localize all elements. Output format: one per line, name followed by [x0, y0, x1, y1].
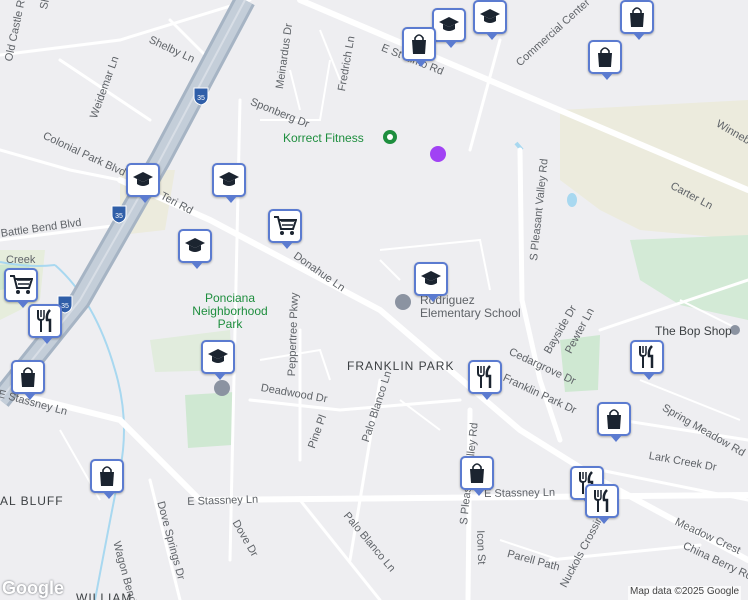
map-marker[interactable]: [178, 229, 212, 269]
school-icon: [438, 16, 460, 34]
shopping-bag-icon: [627, 6, 647, 28]
school-poi-icon: [395, 294, 411, 310]
shopping-bag-icon: [467, 462, 487, 484]
map-marker[interactable]: [620, 0, 654, 40]
map-marker[interactable]: [468, 360, 502, 400]
school-icon: [479, 8, 501, 26]
map-marker[interactable]: [460, 456, 494, 496]
school-poi-icon: [214, 380, 230, 396]
map-marker[interactable]: [585, 484, 619, 524]
map-canvas[interactable]: 35 35 35 Sheraton Ave Old Castle Rd Shel…: [0, 0, 748, 600]
map-marker[interactable]: [268, 209, 302, 249]
area-label: AL BLUFF: [0, 494, 64, 508]
street-label: E Stassney Ln: [187, 493, 259, 508]
area-label: FRANKLIN PARK: [347, 359, 455, 373]
map-marker[interactable]: [432, 8, 466, 48]
school-icon: [218, 171, 240, 189]
map-marker[interactable]: [212, 163, 246, 203]
google-logo: Google: [2, 578, 64, 598]
map-marker[interactable]: [414, 262, 448, 302]
svg-text:35: 35: [115, 213, 123, 220]
shopping-bag-icon: [595, 46, 615, 68]
svg-text:35: 35: [61, 303, 69, 310]
map-attribution[interactable]: Map data ©2025 Google: [628, 586, 742, 600]
map-base-layer: 35 35 35: [0, 0, 748, 600]
street-label: Icon St: [474, 530, 488, 565]
school-icon: [184, 237, 206, 255]
school-icon: [132, 171, 154, 189]
creek-label: Creek: [6, 254, 36, 266]
shopping-bag-icon: [604, 408, 624, 430]
map-marker[interactable]: [597, 402, 631, 442]
restaurant-icon: [35, 309, 55, 333]
shopping-bag-icon: [409, 33, 429, 55]
street-label: E Stassney Ln: [484, 486, 556, 500]
map-marker[interactable]: [126, 163, 160, 203]
map-marker[interactable]: [588, 40, 622, 80]
place-label: The Bop Shop: [655, 324, 732, 338]
shopping-cart-icon: [9, 274, 33, 296]
area-label: WILLIAM: [76, 591, 133, 600]
map-marker[interactable]: [473, 0, 507, 40]
school-icon: [420, 270, 442, 288]
map-marker[interactable]: [4, 268, 38, 308]
map-marker[interactable]: [90, 459, 124, 499]
restaurant-icon: [637, 345, 657, 369]
map-marker[interactable]: [402, 27, 436, 67]
restaurant-icon: [475, 365, 495, 389]
place-label: Korrect Fitness: [283, 131, 364, 145]
shopping-bag-icon: [18, 366, 38, 388]
restaurant-icon: [592, 489, 612, 513]
map-marker[interactable]: [11, 360, 45, 400]
map-marker[interactable]: [28, 304, 62, 344]
school-icon: [207, 348, 229, 366]
park-label: Ponciana Neighborhood Park: [192, 291, 268, 331]
place-poi-icon: [430, 146, 446, 162]
shopping-bag-icon: [97, 465, 117, 487]
map-marker[interactable]: [201, 340, 235, 380]
shopping-cart-icon: [273, 215, 297, 237]
map-marker[interactable]: [630, 340, 664, 380]
svg-text:35: 35: [197, 95, 205, 102]
